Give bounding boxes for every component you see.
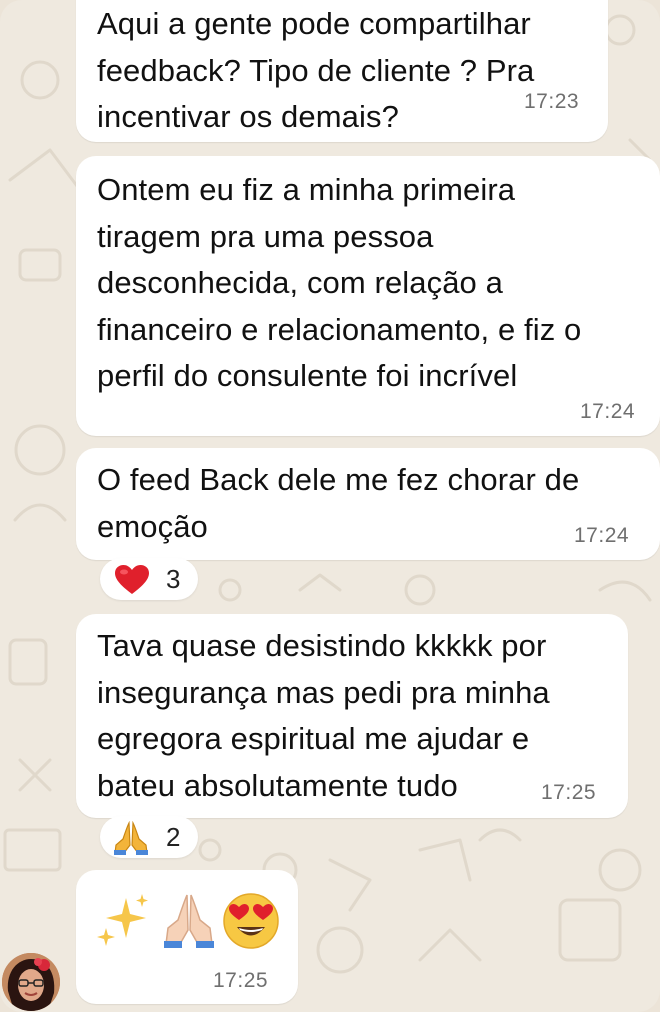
praying-hands-icon: [164, 894, 214, 948]
message-bubble[interactable]: Tava quase desistindo kkkkk por insegura…: [76, 614, 628, 818]
message-text: O feed Back dele me fez chorar de emoção: [97, 462, 580, 544]
heart-eyes-face-icon: [223, 893, 279, 949]
heart-icon: [115, 565, 149, 594]
message-timestamp: 17:25: [541, 781, 597, 804]
reaction-count: 3: [166, 564, 181, 594]
message-bubble[interactable]: O feed Back dele me fez chorar de emoção…: [76, 448, 660, 560]
sender-avatar[interactable]: [2, 953, 60, 1011]
message-timestamp: 17:24: [574, 524, 630, 547]
person-avatar-icon: [2, 953, 60, 1011]
reaction-count: 2: [166, 822, 181, 852]
sparkles-icon: [97, 894, 148, 946]
message-timestamp: 17:25: [213, 969, 269, 992]
message-timestamp: 17:23: [524, 90, 580, 113]
message-timestamp: 17:24: [580, 400, 636, 423]
message-bubble[interactable]: 17:25: [76, 870, 298, 1004]
reaction-pill[interactable]: 2: [100, 816, 198, 858]
reaction-pill[interactable]: 3: [100, 558, 198, 600]
message-text: Ontem eu fiz a minha primeira tiragem pr…: [97, 172, 582, 393]
chat-background: Aqui a gente pode compartilhar feedback?…: [0, 0, 660, 1012]
message-text: Aqui a gente pode compartilhar feedback?…: [97, 6, 535, 134]
message-bubble[interactable]: Aqui a gente pode compartilhar feedback?…: [76, 0, 608, 142]
message-text: Tava quase desistindo kkkkk por insegura…: [97, 628, 550, 803]
message-bubble[interactable]: Ontem eu fiz a minha primeira tiragem pr…: [76, 156, 660, 436]
praying-hands-icon: [114, 821, 148, 855]
